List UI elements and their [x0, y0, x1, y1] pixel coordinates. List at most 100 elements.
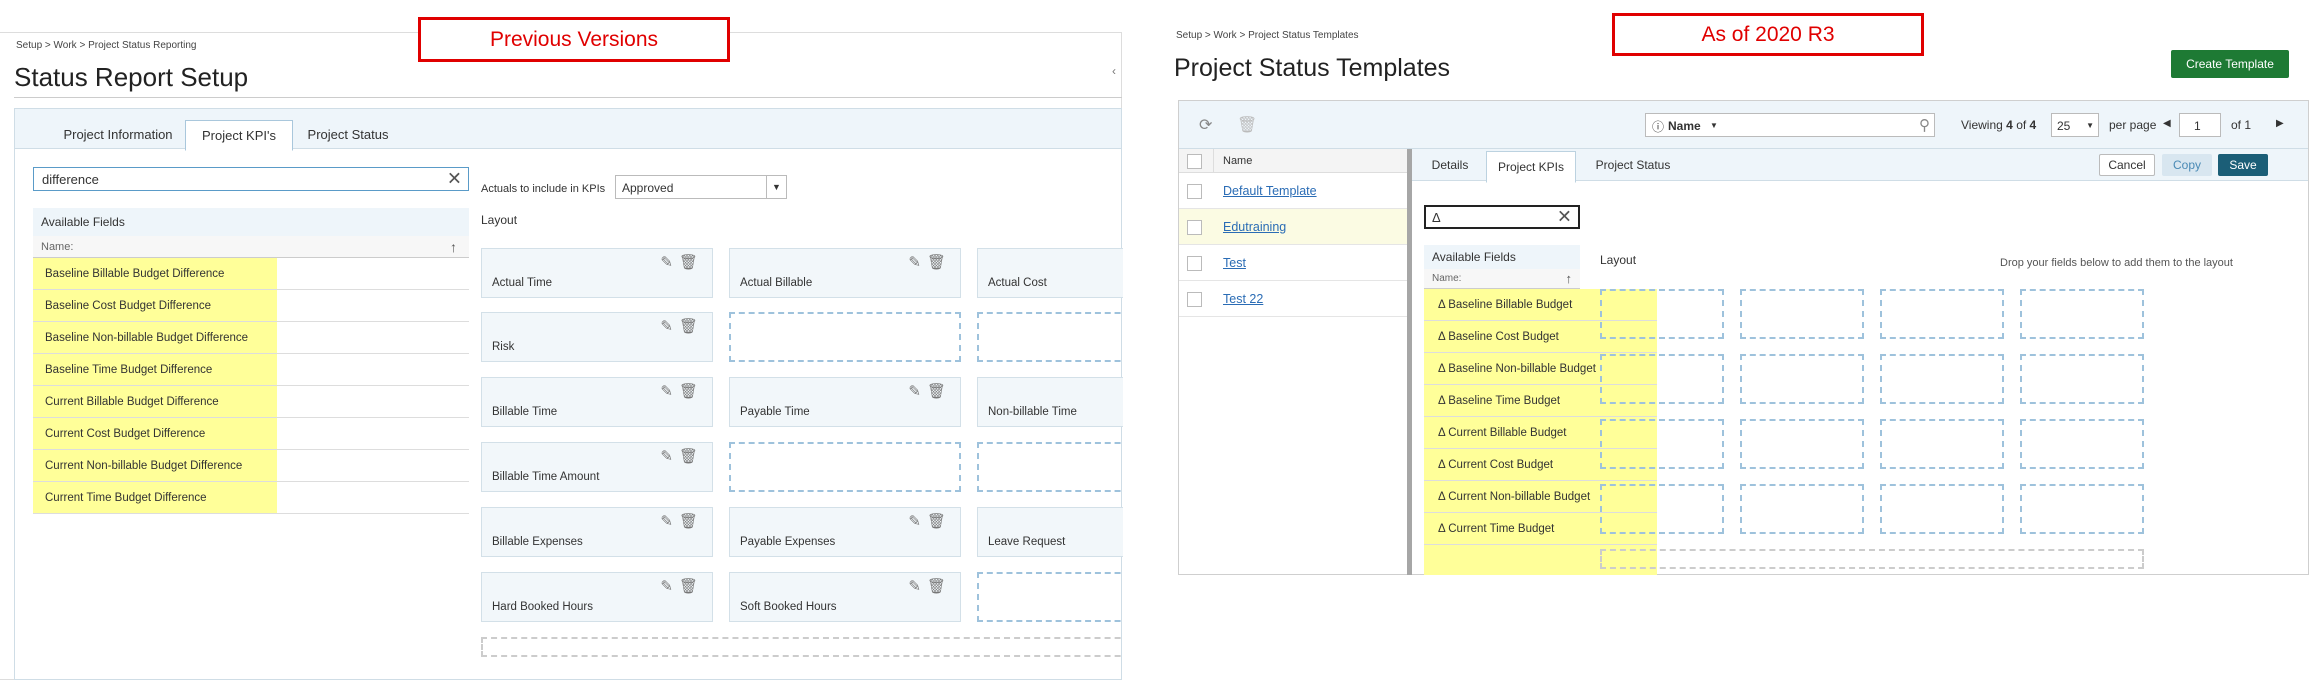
refresh-icon[interactable]: ⟳ — [1199, 115, 1212, 135]
edit-delete-icons[interactable]: ✎🗑 — [660, 447, 704, 465]
empty-slot[interactable] — [1600, 484, 1724, 534]
empty-slot[interactable] — [1880, 484, 2004, 534]
table-row[interactable]: Test 22 — [1179, 281, 1409, 317]
chevron-down-icon[interactable]: ▼ — [2086, 121, 2094, 130]
kpi-tile[interactable]: Actual Cost — [977, 248, 1123, 298]
edit-delete-icons[interactable]: ✎🗑 — [660, 512, 704, 530]
page-input[interactable]: 1 — [2179, 113, 2221, 137]
kpi-tile[interactable]: ✎🗑 Hard Booked Hours — [481, 572, 713, 622]
empty-slot[interactable] — [1600, 419, 1724, 469]
name-column-header[interactable]: Name — [1223, 155, 1252, 167]
collapse-icon[interactable]: ‹ — [1112, 64, 1116, 78]
kpi-tile[interactable]: Non-billable Time — [977, 377, 1123, 427]
breadcrumb[interactable]: Setup > Work > Project Status Reporting — [16, 40, 196, 51]
list-item[interactable]: Baseline Time Budget Difference — [33, 354, 469, 386]
tab-project-status[interactable]: Project Status — [1578, 149, 1688, 181]
list-item[interactable]: Baseline Non-billable Budget Difference — [33, 322, 469, 354]
empty-slot[interactable] — [1600, 354, 1724, 404]
empty-row-slot[interactable] — [481, 637, 1123, 657]
kpi-tile[interactable]: ✎🗑 Billable Time — [481, 377, 713, 427]
sort-up-icon[interactable]: ↑ — [1566, 271, 1573, 286]
kpi-tile[interactable]: ✎🗑 Risk — [481, 312, 713, 362]
create-template-button[interactable]: Create Template — [2171, 50, 2289, 78]
edit-delete-icons[interactable]: ✎🗑 — [908, 253, 952, 271]
edit-delete-icons[interactable]: ✎🗑 — [660, 317, 704, 335]
kpi-tile[interactable]: ✎🗑 Payable Expenses — [729, 507, 961, 557]
kpi-tile[interactable]: ✎🗑 Actual Billable — [729, 248, 961, 298]
per-page-select[interactable]: 25 ▼ — [2051, 113, 2099, 137]
clear-search-icon[interactable]: ✕ — [1557, 207, 1572, 228]
list-item[interactable]: Current Time Budget Difference — [33, 482, 469, 514]
empty-slot[interactable] — [2020, 289, 2144, 339]
search-icon[interactable]: ⚲ — [1919, 116, 1930, 134]
row-checkbox[interactable] — [1187, 256, 1202, 271]
table-row[interactable]: Test — [1179, 245, 1409, 281]
next-page-icon[interactable]: ▶ — [2276, 118, 2284, 129]
table-row[interactable]: Default Template — [1179, 173, 1409, 209]
row-checkbox[interactable] — [1187, 292, 1202, 307]
empty-slot[interactable] — [1740, 419, 1864, 469]
copy-button[interactable]: Copy — [2162, 154, 2212, 176]
clear-search-icon[interactable]: ✕ — [447, 169, 462, 190]
table-row-selected[interactable]: Edutraining — [1179, 209, 1409, 245]
edit-delete-icons[interactable]: ✎🗑 — [660, 253, 704, 271]
template-link[interactable]: Default Template — [1223, 184, 1317, 198]
sort-up-icon[interactable]: ↑ — [450, 239, 457, 255]
empty-slot[interactable] — [729, 442, 961, 492]
list-item[interactable]: Baseline Billable Budget Difference — [33, 258, 469, 290]
tab-project-information[interactable]: Project Information — [33, 119, 203, 150]
cancel-button[interactable]: Cancel — [2099, 154, 2155, 176]
empty-slot[interactable] — [1740, 289, 1864, 339]
empty-slot[interactable] — [2020, 354, 2144, 404]
edit-delete-icons[interactable]: ✎🗑 — [660, 577, 704, 595]
chevron-down-icon[interactable]: ▼ — [766, 176, 786, 198]
save-button[interactable]: Save — [2218, 154, 2268, 176]
empty-slot[interactable] — [1880, 354, 2004, 404]
row-checkbox[interactable] — [1187, 184, 1202, 199]
template-link[interactable]: Edutraining — [1223, 220, 1286, 234]
row-checkbox[interactable] — [1187, 220, 1202, 235]
tab-project-kpis[interactable]: Project KPI's — [185, 120, 293, 151]
empty-slot[interactable] — [729, 312, 961, 362]
empty-slot[interactable] — [1880, 419, 2004, 469]
breadcrumb[interactable]: Setup > Work > Project Status Templates — [1176, 30, 1359, 41]
tab-project-kpis[interactable]: Project KPIs — [1486, 151, 1576, 183]
edit-delete-icons[interactable]: ✎🗑 — [908, 577, 952, 595]
list-item[interactable]: Baseline Cost Budget Difference — [33, 290, 469, 322]
empty-slot[interactable] — [1600, 289, 1724, 339]
edit-delete-icons[interactable]: ✎🗑 — [908, 512, 952, 530]
tab-details[interactable]: Details — [1420, 149, 1480, 181]
empty-row-slot[interactable] — [1600, 549, 2144, 569]
field-search-input[interactable]: Δ ✕ — [1424, 205, 1580, 229]
kpi-tile[interactable]: ✎🗑 Billable Expenses — [481, 507, 713, 557]
name-column-header[interactable]: Name: ↑ — [33, 236, 469, 258]
kpi-tile[interactable]: ✎🗑 Billable Time Amount — [481, 442, 713, 492]
empty-slot[interactable] — [2020, 484, 2144, 534]
empty-slot[interactable] — [977, 442, 1123, 492]
field-search-input[interactable]: difference ✕ — [33, 167, 469, 191]
empty-slot[interactable] — [977, 312, 1123, 362]
actuals-select[interactable]: Approved ▼ — [615, 175, 787, 199]
template-link[interactable]: Test 22 — [1223, 292, 1263, 306]
list-item[interactable]: Current Non-billable Budget Difference — [33, 450, 469, 482]
prev-page-icon[interactable]: ◀ — [2163, 118, 2171, 129]
empty-slot[interactable] — [1740, 484, 1864, 534]
kpi-tile[interactable]: Leave Request — [977, 507, 1123, 557]
name-column-header[interactable]: Name: ↑ — [1424, 269, 1580, 289]
template-link[interactable]: Test — [1223, 256, 1246, 270]
search-field-dropdown[interactable]: Name — [1668, 119, 1701, 133]
select-all-checkbox[interactable] — [1187, 154, 1202, 169]
empty-slot[interactable] — [977, 572, 1123, 622]
edit-delete-icons[interactable]: ✎🗑 — [908, 382, 952, 400]
search-box[interactable]: ⓘ Name ▼ ⚲ — [1645, 113, 1935, 137]
empty-slot[interactable] — [2020, 419, 2144, 469]
kpi-tile[interactable]: ✎🗑 Actual Time — [481, 248, 713, 298]
delete-icon[interactable]: 🗑 — [1237, 115, 1257, 135]
empty-slot[interactable] — [1740, 354, 1864, 404]
kpi-tile[interactable]: ✎🗑 Payable Time — [729, 377, 961, 427]
list-item[interactable]: Current Cost Budget Difference — [33, 418, 469, 450]
edit-delete-icons[interactable]: ✎🗑 — [660, 382, 704, 400]
list-item[interactable]: Current Billable Budget Difference — [33, 386, 469, 418]
chevron-down-icon[interactable]: ▼ — [1710, 121, 1718, 130]
empty-slot[interactable] — [1880, 289, 2004, 339]
